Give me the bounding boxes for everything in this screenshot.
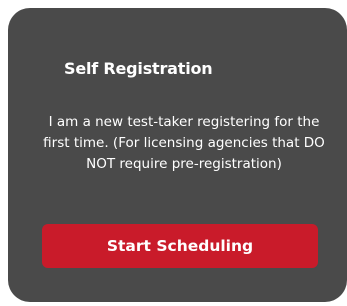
card-title: Self Registration <box>64 59 213 78</box>
self-registration-card: Self Registration I am a new test-taker … <box>8 8 347 302</box>
start-scheduling-button[interactable]: Start Scheduling <box>42 224 318 268</box>
card-description: I am a new test-taker registering for th… <box>43 114 325 172</box>
